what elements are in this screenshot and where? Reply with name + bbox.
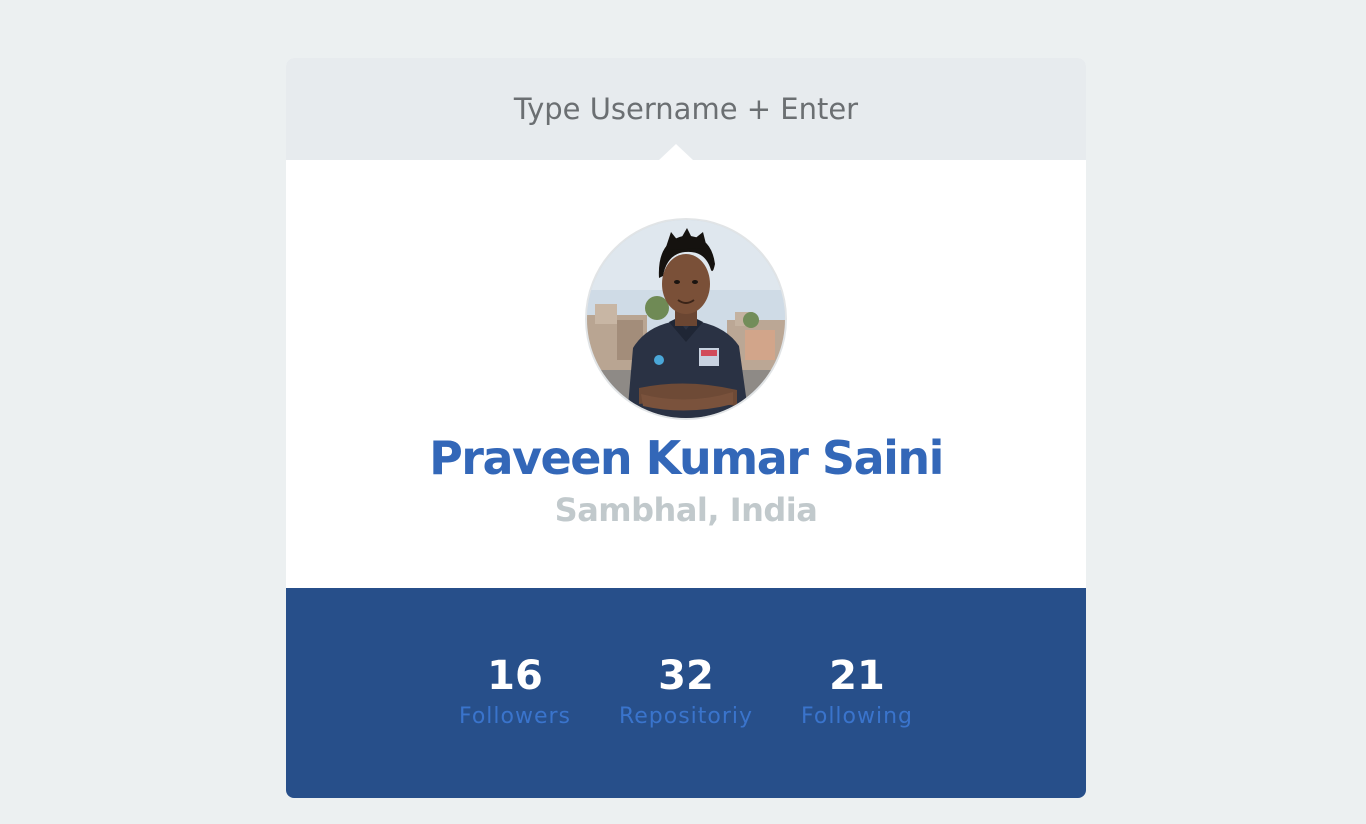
followers-count: 16 [487,653,543,699]
following-count: 21 [829,653,885,699]
stats-panel: 16 Followers 32 Repositoriy 21 Following [286,588,1086,798]
stat-repositories[interactable]: 32 Repositoriy [601,652,771,732]
pointer-arrow [659,144,693,160]
profile-section: Praveen Kumar Saini Sambhal, India [286,160,1086,588]
profile-name: Praveen Kumar Saini [429,431,944,485]
profile-location: Sambhal, India [554,491,818,529]
stat-following[interactable]: 21 Following [772,652,942,732]
stat-followers[interactable]: 16 Followers [430,652,600,732]
user-photo-icon [587,220,785,418]
repositories-count: 32 [658,653,714,699]
avatar [585,218,787,420]
followers-label: Followers [458,704,572,729]
repositories-label: Repositoriy [618,704,754,729]
profile-card: Praveen Kumar Saini Sambhal, India 16 Fo… [286,58,1086,798]
following-label: Following [800,704,914,729]
